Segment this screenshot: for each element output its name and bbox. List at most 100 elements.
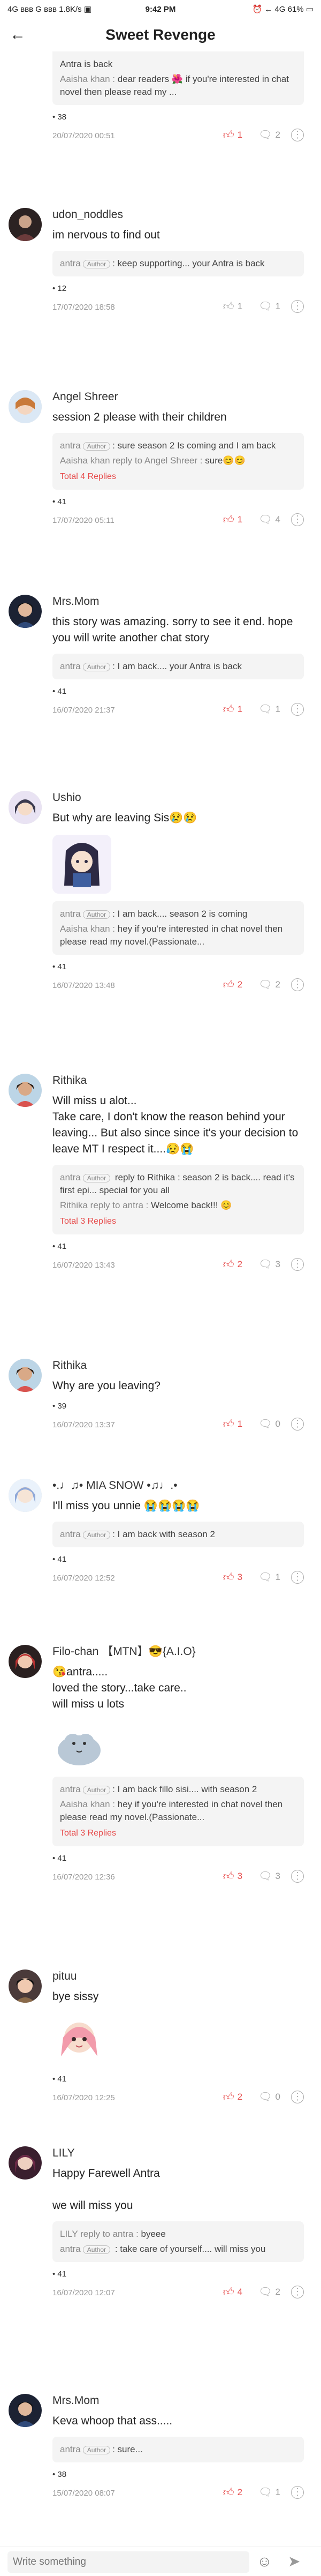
like-count: 1 bbox=[237, 1418, 243, 1429]
reply-box[interactable]: antra Author reply to Rithika : season 2 … bbox=[52, 1165, 304, 1234]
avatar[interactable] bbox=[9, 208, 42, 241]
reply-count: 1 bbox=[275, 2487, 280, 2497]
comment-username[interactable]: Angel Shreer bbox=[52, 390, 304, 404]
comment-bubble-icon[interactable]: 🗨︎ bbox=[258, 1570, 272, 1584]
thumbs-up-icon[interactable]: 👍︎ bbox=[223, 1870, 234, 1883]
more-options-icon[interactable]: ⋮ bbox=[291, 1257, 304, 1271]
reply-box[interactable]: antra Author: I am back.... season 2 is c… bbox=[52, 901, 304, 955]
comment-bubble-icon[interactable]: 🗨︎ bbox=[258, 513, 272, 526]
thumbs-up-icon[interactable]: 👍︎ bbox=[223, 1418, 234, 1431]
avatar[interactable] bbox=[9, 1970, 42, 2003]
reply-box[interactable]: antra Author: I am back.... your Antra is… bbox=[52, 654, 304, 679]
reply-count: 3 bbox=[275, 1870, 280, 1881]
more-options-icon[interactable]: ⋮ bbox=[291, 1417, 304, 1431]
like-count: 1 bbox=[237, 301, 243, 311]
reply-line: Aaisha khan : hey if you're interested i… bbox=[60, 924, 283, 947]
comment-bubble-icon[interactable]: 🗨︎ bbox=[258, 299, 272, 313]
view-count: • 41 bbox=[52, 687, 67, 696]
status-bar: 4G ʙʙʙ G ʙʙʙ 1.8K/s ▣ 9:42 PM ⏰ ← 4G 61%… bbox=[0, 0, 321, 18]
avatar[interactable] bbox=[9, 1359, 42, 1392]
reply-box[interactable]: LILY reply to antra : byeee antra Author … bbox=[52, 2221, 304, 2262]
avatar[interactable] bbox=[9, 1074, 42, 1107]
comment-username[interactable]: Filo-chan 【MTN】😎{A.I.O} bbox=[52, 1645, 304, 1659]
more-options-icon[interactable]: ⋮ bbox=[291, 513, 304, 526]
avatar[interactable] bbox=[9, 1479, 42, 1512]
avatar[interactable] bbox=[9, 595, 42, 628]
comment-meta: 16/07/2020 21:37 👍︎ 1 🗨︎ 1 ⋮ bbox=[52, 702, 304, 718]
comment-bubble-icon[interactable]: 🗨︎ bbox=[258, 1869, 272, 1883]
reply-box[interactable]: antra Author: I am back fillo sisi.... wi… bbox=[52, 1777, 304, 1846]
more-options-icon[interactable]: ⋮ bbox=[291, 1869, 304, 1883]
comment-username[interactable]: udon_noddles bbox=[52, 208, 304, 222]
more-options-icon[interactable]: ⋮ bbox=[291, 2285, 304, 2298]
comment-username[interactable]: •.♩♫• MIA SNOW •♫♩.• bbox=[52, 1479, 304, 1493]
thumbs-up-icon[interactable]: 👍︎ bbox=[223, 2286, 234, 2298]
total-replies-link[interactable]: Total 3 Replies bbox=[60, 1215, 296, 1228]
comment-meta: 15/07/2020 08:07 👍︎ 2 🗨︎ 1 ⋮ bbox=[52, 2485, 304, 2502]
comment-username[interactable]: Ushio bbox=[52, 791, 304, 805]
thumbs-up-icon[interactable]: 👍︎ bbox=[223, 129, 234, 141]
sticker-image bbox=[52, 1721, 106, 1769]
comment-bubble-icon[interactable]: 🗨︎ bbox=[258, 2090, 272, 2103]
comment-actions: 👍︎ 3 🗨︎ 1 ⋮ bbox=[220, 1570, 304, 1584]
more-options-icon[interactable]: ⋮ bbox=[291, 2485, 304, 2499]
thumbs-up-icon[interactable]: 👍︎ bbox=[223, 2486, 234, 2499]
comment-body: Mrs.Mom this story was amazing. sorry to… bbox=[52, 595, 304, 718]
comment-bubble-icon[interactable]: 🗨︎ bbox=[258, 2485, 272, 2499]
comment-bubble-icon[interactable]: 🗨︎ bbox=[258, 702, 272, 716]
comment-date: 16/07/2020 12:36 bbox=[52, 1873, 115, 1882]
reply-count: 2 bbox=[275, 2286, 280, 2297]
thumbs-up-icon[interactable]: 👍︎ bbox=[223, 1571, 234, 1584]
comment-input[interactable] bbox=[7, 2551, 249, 2573]
author-badge: Author bbox=[82, 910, 111, 919]
comment-username[interactable]: pituu bbox=[52, 1970, 304, 1983]
comment-username[interactable]: LILY bbox=[52, 2146, 304, 2160]
comment-bubble-icon[interactable]: 🗨︎ bbox=[258, 1257, 272, 1271]
more-options-icon[interactable]: ⋮ bbox=[291, 978, 304, 991]
thumbs-up-icon[interactable]: 👍︎ bbox=[223, 2091, 234, 2103]
sticker-image bbox=[52, 835, 111, 894]
more-options-icon[interactable]: ⋮ bbox=[291, 702, 304, 716]
thumbs-up-icon[interactable]: 👍︎ bbox=[223, 978, 234, 991]
comment-username[interactable]: Mrs.Mom bbox=[52, 595, 304, 609]
comment-username[interactable]: Rithika bbox=[52, 1359, 304, 1373]
reply-box[interactable]: antra Author: sure... bbox=[52, 2437, 304, 2462]
author-badge: Author bbox=[82, 441, 111, 451]
thumbs-up-icon[interactable]: 👍︎ bbox=[223, 300, 234, 313]
reply-box[interactable]: antra Author: sure season 2 Is coming and… bbox=[52, 433, 304, 490]
like-count: 4 bbox=[237, 2286, 243, 2297]
comment-body: Filo-chan 【MTN】😎{A.I.O} 😘antra..... love… bbox=[52, 1645, 304, 1885]
avatar[interactable] bbox=[9, 2394, 42, 2427]
like-count: 2 bbox=[237, 2487, 243, 2497]
comment-actions: 👍︎ 1 🗨︎ 0 ⋮ bbox=[220, 1417, 304, 1431]
comment-bubble-icon[interactable]: 🗨︎ bbox=[258, 2285, 272, 2298]
avatar[interactable] bbox=[9, 1645, 42, 1678]
like-count: 2 bbox=[237, 1259, 243, 1269]
thumbs-up-icon[interactable]: 👍︎ bbox=[223, 1258, 234, 1271]
reply-line: antra Author: keep supporting... your Ant… bbox=[60, 258, 265, 268]
comment-username[interactable]: Mrs.Mom bbox=[52, 2394, 304, 2408]
avatar[interactable] bbox=[9, 791, 42, 824]
comment-actions: 👍︎ 1 🗨︎ 4 ⋮ bbox=[220, 513, 304, 526]
comment-username[interactable]: Rithika bbox=[52, 1074, 304, 1088]
more-options-icon[interactable]: ⋮ bbox=[291, 2090, 304, 2103]
more-options-icon[interactable]: ⋮ bbox=[291, 1570, 304, 1584]
reply-line: Aaisha khan reply to Angel Shreer : sure… bbox=[60, 455, 246, 466]
send-icon[interactable]: ➤ bbox=[288, 2553, 306, 2570]
thumbs-up-icon[interactable]: 👍︎ bbox=[223, 513, 234, 526]
avatar[interactable] bbox=[9, 390, 42, 423]
comment-bubble-icon[interactable]: 🗨︎ bbox=[258, 978, 272, 991]
avatar[interactable] bbox=[9, 2146, 42, 2180]
reply-count: 4 bbox=[275, 514, 280, 525]
comment-bubble-icon[interactable]: 🗨︎ bbox=[258, 128, 272, 141]
comment-bubble-icon[interactable]: 🗨︎ bbox=[258, 1417, 272, 1431]
total-replies-link[interactable]: Total 4 Replies bbox=[60, 470, 296, 483]
emoji-icon[interactable]: ☺ bbox=[257, 2553, 274, 2570]
reply-box[interactable]: antra Author: I am back with season 2 bbox=[52, 1522, 304, 1547]
thumbs-up-icon[interactable]: 👍︎ bbox=[223, 703, 234, 716]
more-options-icon[interactable]: ⋮ bbox=[291, 128, 304, 141]
more-options-icon[interactable]: ⋮ bbox=[291, 299, 304, 313]
comment-body: LILY Happy Farewell Antra we will miss y… bbox=[52, 2146, 304, 2301]
reply-box[interactable]: antra Author: keep supporting... your Ant… bbox=[52, 251, 304, 276]
total-replies-link[interactable]: Total 3 Replies bbox=[60, 1827, 296, 1840]
